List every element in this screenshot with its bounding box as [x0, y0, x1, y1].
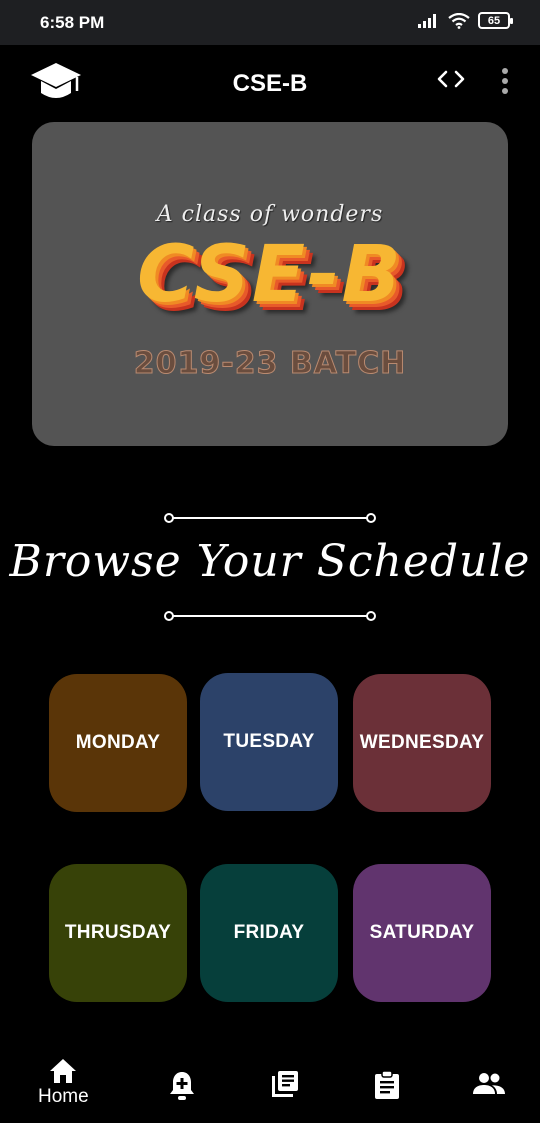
nav-people[interactable] — [473, 1072, 505, 1096]
banner-tagline: A class of wonders — [156, 202, 384, 227]
people-icon — [473, 1073, 505, 1094]
nav-assignments[interactable] — [374, 1070, 400, 1100]
nav-home-label: Home — [38, 1086, 89, 1107]
assignment-icon — [375, 1070, 399, 1099]
status-time: 6:58 PM — [40, 13, 105, 32]
schedule-heading-text: Browse Your Schedule — [9, 536, 531, 587]
status-bar: 6:58 PM 65 — [0, 0, 540, 45]
code-icon[interactable] — [436, 69, 466, 89]
schedule-heading: Browse Your Schedule — [0, 508, 540, 628]
add-alert-icon — [170, 1072, 194, 1100]
bottom-nav: Home — [0, 1048, 540, 1123]
library-books-icon — [272, 1071, 298, 1097]
day-tile-wednesday[interactable]: WEDNESDAY — [353, 674, 491, 812]
divider-bottom — [164, 611, 376, 621]
banner-title: CSE-B — [137, 230, 403, 320]
status-icons: 65 — [418, 12, 513, 29]
day-tile-monday[interactable]: MONDAY — [49, 674, 187, 812]
battery-icon: 65 — [478, 12, 513, 29]
divider-top — [164, 513, 376, 523]
nav-library[interactable] — [271, 1070, 299, 1098]
home-icon — [50, 1059, 77, 1083]
class-banner: A class of wonders CSE-B 2019-23 BATCH — [32, 122, 508, 446]
nav-notifications[interactable] — [168, 1070, 196, 1102]
app-bar: CSE-B — [0, 45, 540, 123]
day-tile-friday[interactable]: FRIDAY — [200, 864, 338, 1002]
day-tile-tuesday[interactable]: TUESDAY — [200, 673, 338, 811]
battery-level: 65 — [487, 14, 501, 27]
banner-batch: 2019-23 BATCH — [133, 346, 407, 382]
more-vert-icon[interactable] — [500, 67, 510, 95]
day-tile-saturday[interactable]: SATURDAY — [353, 864, 491, 1002]
nav-home[interactable]: Home — [38, 1058, 89, 1108]
wifi-icon — [448, 12, 470, 29]
signal-icon — [418, 13, 436, 28]
day-tile-thursday[interactable]: THRUSDAY — [49, 864, 187, 1002]
